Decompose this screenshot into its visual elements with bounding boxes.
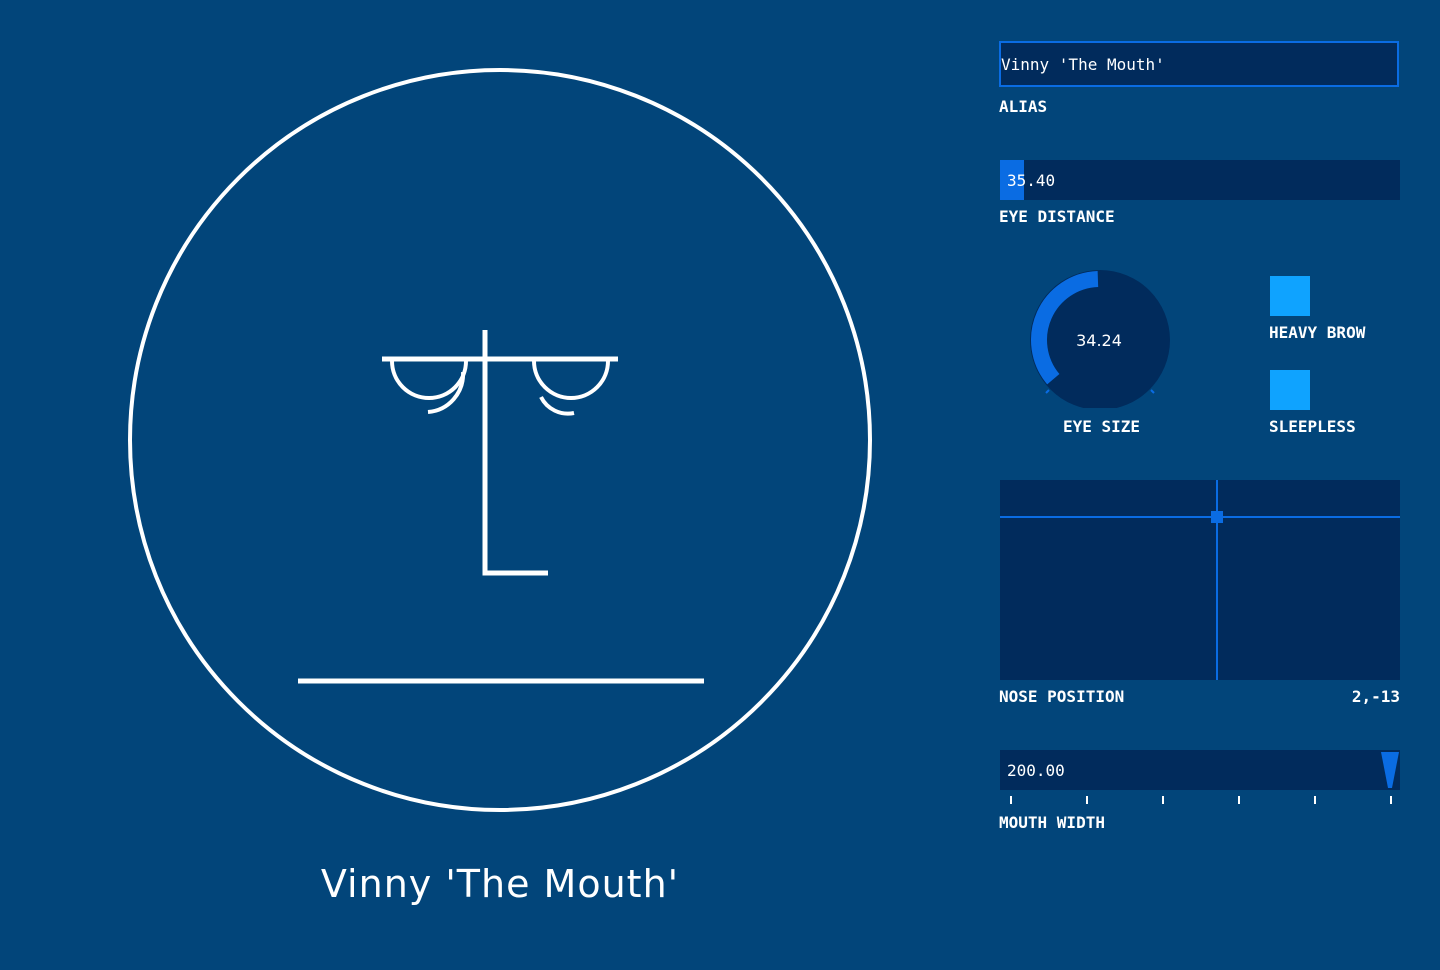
triangle-down-icon[interactable]	[1380, 750, 1400, 790]
sleepless-label: SLEEPLESS	[1269, 417, 1356, 436]
mouth-width-ticks	[1000, 796, 1400, 806]
face-outline	[128, 68, 872, 812]
eye-distance-slider[interactable]: 35.40	[1000, 160, 1400, 200]
alias-input[interactable]	[1001, 43, 1397, 85]
knob-min-tick	[1045, 389, 1050, 394]
pad-crosshair-vertical	[1216, 480, 1218, 680]
face-preview	[128, 68, 872, 812]
tick-mark	[1162, 796, 1164, 804]
knob-max-tick	[1150, 389, 1155, 394]
nose-position-label: NOSE POSITION	[999, 687, 1125, 706]
left-eye	[390, 360, 468, 400]
mouth-width-label: MOUTH WIDTH	[999, 813, 1105, 832]
face-name-caption: Vinny 'The Mouth'	[320, 862, 680, 906]
eye-size-value: 34.24	[1076, 331, 1122, 350]
tick-mark	[1238, 796, 1240, 804]
alias-field[interactable]	[999, 41, 1399, 87]
nose-position-pad[interactable]	[1000, 480, 1400, 680]
tick-mark	[1086, 796, 1088, 804]
eye-distance-label: EYE DISTANCE	[999, 207, 1115, 226]
heavy-brow-label: HEAVY BROW	[1269, 323, 1366, 342]
pad-handle[interactable]	[1211, 511, 1223, 523]
pad-crosshair-horizontal	[1000, 516, 1400, 518]
nose-shape	[482, 330, 548, 576]
mouth-width-slider[interactable]: 200.00	[1000, 750, 1400, 790]
tick-mark	[1390, 796, 1392, 804]
nose-position-value: 2,-13	[1351, 687, 1400, 706]
right-eye	[532, 360, 610, 400]
eye-distance-value: 35.40	[1007, 171, 1056, 190]
tick-mark	[1010, 796, 1012, 804]
tick-mark	[1314, 796, 1316, 804]
eye-size-label: EYE SIZE	[1063, 417, 1141, 436]
alias-label: ALIAS	[999, 97, 1048, 116]
heavy-brow-toggle[interactable]	[1270, 276, 1310, 316]
sleepless-toggle[interactable]	[1270, 370, 1310, 410]
face-editor: Vinny 'The Mouth' ALIAS 35.40 EYE DISTAN…	[0, 0, 1440, 970]
mouth-width-value: 200.00	[1007, 761, 1065, 780]
